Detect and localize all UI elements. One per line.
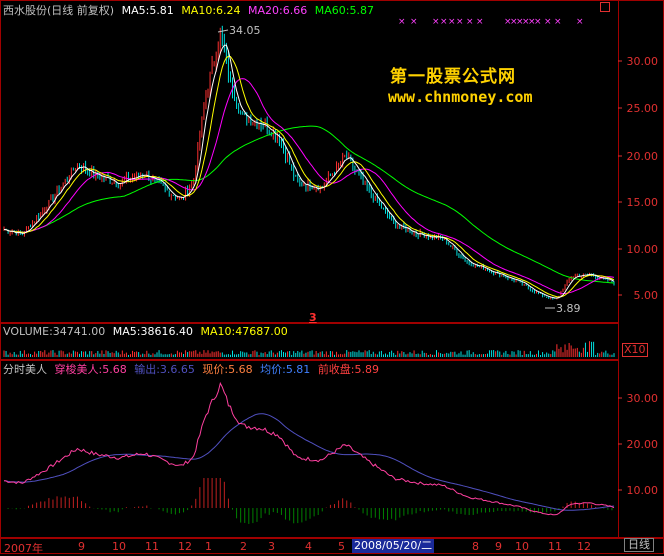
signal-marker: × (544, 17, 552, 27)
signal-marker: × (476, 17, 484, 27)
low-annotation: 3.89 (556, 302, 581, 315)
volume-scale-label: X10 (622, 343, 648, 357)
ma20-value: MA20:6.66 (248, 4, 308, 17)
price-tick: 25.00 (626, 102, 659, 115)
period-tab[interactable]: 日线 (624, 538, 654, 552)
volume-value: VOLUME:34741.00 (3, 325, 106, 338)
indicator-field4: 均价:5.81 (260, 363, 311, 376)
event-marker-icon[interactable]: 3 (309, 311, 317, 324)
ma10-value: MA10:6.24 (181, 4, 241, 17)
signal-marker: × (576, 17, 584, 27)
stock-name: 西水股份(日线 前复权) (3, 4, 115, 17)
time-tick: 8 (472, 540, 479, 553)
price-tick: 30.00 (626, 55, 659, 68)
price-tick: 10.00 (626, 243, 659, 256)
indicator-field2: 输出:3.6.65 (134, 363, 195, 376)
price-header: 西水股份(日线 前复权) MA5:5.81 MA10:6.24 MA20:6.6… (3, 4, 378, 17)
signal-marker: × (534, 17, 542, 27)
time-tick: 11 (145, 540, 159, 553)
ma5-value: MA5:5.81 (121, 4, 174, 17)
indicator-tick: 20.00 (626, 438, 659, 451)
ind-layer-line (3, 381, 615, 516)
price-tick: 20.00 (626, 150, 659, 163)
volume-ma5: MA5:38616.40 (112, 325, 193, 338)
indicator-header: 分时美人 穿梭美人:5.68 输出:3.6.65 现价:5.68 均价:5.81… (3, 363, 383, 376)
price-tick: 5.00 (633, 289, 659, 302)
watermark-url: www.chnmoney.com (388, 88, 533, 106)
time-tick: 10 (112, 540, 126, 553)
price-tick: 15.00 (626, 196, 659, 209)
window-restore-icon[interactable] (600, 2, 610, 12)
time-tick: 5 (338, 540, 345, 553)
time-tick: 10 (515, 540, 529, 553)
watermark-title: 第一股票公式网 (390, 67, 516, 87)
volume-ma10: MA10:47687.00 (200, 325, 288, 338)
time-tick: 12 (178, 540, 192, 553)
time-tick: 1 (205, 540, 212, 553)
signal-marker: × (410, 17, 418, 27)
signal-marker: × (432, 17, 440, 27)
kline-canvas: × × × × × × × × ×××××× × × × (3, 17, 622, 524)
time-tick: 12 (577, 540, 591, 553)
time-tick: 4 (305, 540, 312, 553)
indicator-tick: 30.00 (626, 392, 659, 405)
signal-marker: × (448, 17, 456, 27)
signal-marker: × (440, 17, 448, 27)
signal-marker: × (456, 17, 464, 27)
ma60-value: MA60:5.87 (314, 4, 374, 17)
indicator-field3: 现价:5.68 (202, 363, 253, 376)
price-layer-line (3, 125, 615, 284)
signal-marker: × (466, 17, 474, 27)
time-tick: 2 (240, 540, 247, 553)
volume-header: VOLUME:34741.00 MA5:38616.40 MA10:47687.… (3, 325, 292, 338)
high-annotation: 34.05 (229, 24, 261, 37)
cursor-date-badge: 2008/05/20/二 (352, 539, 435, 553)
time-tick: 9 (78, 540, 85, 553)
ind-layer-line (3, 413, 615, 511)
price-layer-line (3, 78, 615, 295)
indicator-field1: 穿梭美人:5.68 (54, 363, 127, 376)
time-tick: 3 (268, 540, 275, 553)
time-tick: 11 (548, 540, 562, 553)
indicator-tick: 10.00 (626, 484, 659, 497)
indicator-field5: 前收盘:5.89 (317, 363, 380, 376)
time-tick: 9 (495, 540, 502, 553)
signal-marker: × (554, 17, 562, 27)
signal-marker: × (398, 17, 406, 27)
indicator-name[interactable]: 分时美人 (3, 363, 47, 376)
